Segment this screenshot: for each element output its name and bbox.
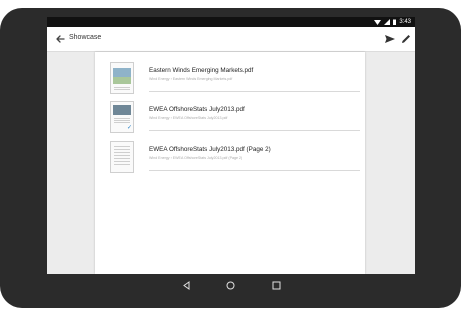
- battery-icon: [393, 19, 397, 25]
- nav-back-icon[interactable]: [178, 277, 194, 293]
- wifi-icon: [374, 20, 382, 25]
- divider: [149, 130, 360, 131]
- list-item[interactable]: ✓ EWEA OffshoreStats July2013.pdf Wind E…: [107, 101, 360, 137]
- document-path: Wind Energy › EWEA OffshoreStats July201…: [149, 156, 243, 160]
- divider: [149, 170, 360, 171]
- document-name: EWEA OffshoreStats July2013.pdf (Page 2): [149, 146, 271, 153]
- signal-icon: [384, 19, 391, 25]
- screen: 3:43 Showcase Eastern Winds Emerging Mar…: [47, 17, 415, 274]
- app-bar: Showcase: [47, 27, 415, 52]
- nav-home-icon[interactable]: [222, 277, 238, 293]
- document-name: EWEA OffshoreStats July2013.pdf: [149, 106, 245, 113]
- document-thumbnail: ✓: [110, 101, 134, 133]
- document-list: Eastern Winds Emerging Markets.pdf Wind …: [95, 52, 365, 274]
- status-time: 3:43: [399, 19, 411, 25]
- document-path: Wind Energy › EWEA OffshoreStats July201…: [149, 116, 228, 120]
- list-item[interactable]: EWEA OffshoreStats July2013.pdf (Page 2)…: [107, 141, 360, 177]
- status-icons: 3:43: [374, 18, 411, 26]
- edit-pencil-icon[interactable]: [400, 32, 412, 46]
- status-bar: 3:43: [47, 17, 415, 27]
- send-icon[interactable]: [383, 32, 397, 46]
- checkmark-icon: ✓: [126, 125, 132, 131]
- page-title: Showcase: [69, 34, 102, 41]
- document-name: Eastern Winds Emerging Markets.pdf: [149, 67, 254, 74]
- document-thumbnail: [110, 141, 134, 173]
- list-item[interactable]: Eastern Winds Emerging Markets.pdf Wind …: [107, 62, 360, 98]
- document-path: Wind Energy › Eastern Winds Emerging Mar…: [149, 77, 233, 81]
- navigation-bar: [0, 275, 461, 295]
- tablet-device: 3:43 Showcase Eastern Winds Emerging Mar…: [0, 0, 461, 310]
- document-thumbnail: [110, 62, 134, 94]
- nav-recents-icon[interactable]: [268, 277, 284, 293]
- back-arrow-icon[interactable]: [53, 32, 67, 46]
- divider: [149, 91, 360, 92]
